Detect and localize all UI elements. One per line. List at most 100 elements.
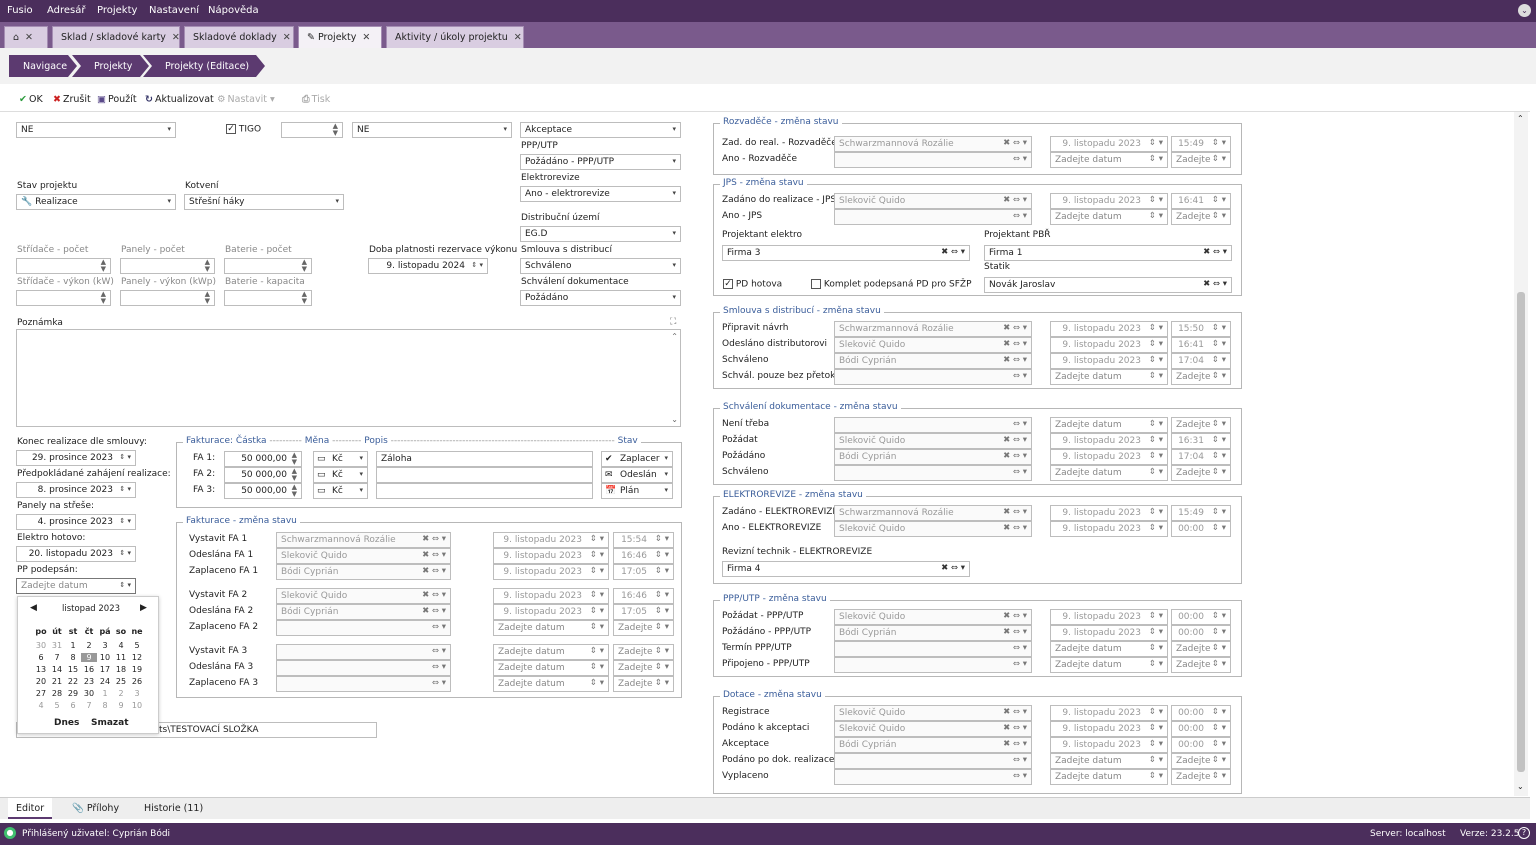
date-spinner-icon[interactable]: ⇕ ▾ bbox=[590, 590, 604, 600]
calendar-day[interactable]: 25 bbox=[113, 677, 129, 686]
date-spinner-icon[interactable]: ⇕ ▾ bbox=[590, 566, 604, 576]
time-spinner-icon[interactable]: ⇕ ▾ bbox=[655, 646, 669, 656]
person-actions-icon[interactable]: ✖ ⇔ ▾ bbox=[422, 550, 446, 560]
person-actions-icon[interactable]: ⇔ ▾ bbox=[1013, 643, 1027, 653]
calendar-clear-button[interactable]: Smazat bbox=[91, 718, 129, 728]
calendar-day[interactable]: 22 bbox=[65, 677, 81, 686]
person-actions-icon[interactable]: ⇔ ▾ bbox=[1013, 467, 1027, 477]
date-spinner-icon[interactable]: ⇕ ▾ bbox=[1149, 507, 1163, 517]
calendar-day[interactable]: 1 bbox=[65, 641, 81, 650]
cancel-button[interactable]: ✖ Zrušit bbox=[53, 94, 91, 105]
date-spinner-icon[interactable]: ⇕ ▾ bbox=[590, 678, 604, 688]
time-input[interactable]: 15:54 ⇕ ▾ bbox=[613, 532, 674, 548]
calendar-day[interactable]: 6 bbox=[65, 701, 81, 710]
time-spinner-icon[interactable]: ⇕ ▾ bbox=[655, 590, 669, 600]
date-spinner-icon[interactable]: ⇕ ▾ bbox=[1149, 643, 1163, 653]
time-spinner-icon[interactable]: ⇕ ▾ bbox=[1212, 211, 1226, 221]
tigo-checkbox[interactable]: ✓ TIGO bbox=[226, 124, 261, 135]
calendar-day[interactable]: 30 bbox=[81, 689, 97, 698]
time-input[interactable]: Zadejte ⇕ ▾ bbox=[1171, 152, 1231, 168]
time-input[interactable]: Zadejte ⇕ ▾ bbox=[613, 676, 674, 692]
calendar-day[interactable]: 26 bbox=[129, 677, 145, 686]
calendar-day[interactable]: 8 bbox=[97, 701, 113, 710]
person-actions-icon[interactable]: ⇔ ▾ bbox=[432, 646, 446, 656]
date-input[interactable]: 9. listopadu 2023 ⇕ ▾ bbox=[1050, 353, 1168, 369]
date-spinner-icon[interactable]: ⇕ ▾ bbox=[1149, 419, 1163, 429]
scroll-thumb[interactable] bbox=[1517, 292, 1525, 772]
date-input[interactable]: 9. listopadu 2023 ⇕ ▾ bbox=[1050, 337, 1168, 353]
person-select[interactable]: ⇔ ▾ bbox=[834, 641, 1032, 657]
person-actions-icon[interactable]: ⇔ ▾ bbox=[1013, 211, 1027, 221]
ppp-select[interactable]: Požádáno - PPP/UTP ▾ bbox=[520, 154, 681, 170]
calendar-day[interactable]: 15 bbox=[65, 665, 81, 674]
person-actions-icon[interactable]: ⇔ ▾ bbox=[1013, 371, 1027, 381]
date-input[interactable]: Zadejte datum ⇕ ▾ bbox=[1050, 209, 1168, 225]
refresh-button[interactable]: ↻ Aktualizovat bbox=[145, 94, 214, 105]
calendar-day[interactable]: 31 bbox=[49, 641, 65, 650]
person-select[interactable]: ⇔ ▾ bbox=[276, 644, 451, 660]
date-spinner-icon[interactable]: ⇕ ▾ bbox=[1149, 707, 1163, 717]
menu-adresar[interactable]: Adresář bbox=[47, 5, 86, 16]
calendar-day[interactable]: 7 bbox=[81, 701, 97, 710]
time-spinner-icon[interactable]: ⇕ ▾ bbox=[1212, 138, 1226, 148]
calendar-day[interactable]: 29 bbox=[65, 689, 81, 698]
person-select[interactable]: ⇔ ▾ bbox=[834, 369, 1032, 385]
date-spinner-icon[interactable]: ⇕ ▾ bbox=[1149, 195, 1163, 205]
person-actions-icon[interactable]: ✖ ⇔ ▾ bbox=[422, 566, 446, 576]
stridace-vykon-input[interactable]: ▲ ▼ bbox=[16, 290, 111, 306]
apply-button[interactable]: ▣ Použít bbox=[97, 94, 137, 105]
chevron-down-icon[interactable]: ⌄ bbox=[1518, 4, 1531, 17]
date-spinner-icon[interactable]: ⇕ ▾ bbox=[1149, 154, 1163, 164]
calendar-day[interactable]: 12 bbox=[129, 653, 145, 662]
smlouva-select[interactable]: Schváleno ▾ bbox=[520, 258, 681, 274]
calendar-day[interactable]: 24 bbox=[97, 677, 113, 686]
chevron-down-icon[interactable]: ▾ bbox=[359, 470, 363, 478]
breadcrumb-projekty-editace[interactable]: Projekty (Editace) bbox=[143, 55, 265, 77]
time-input[interactable]: 00:00 ⇕ ▾ bbox=[1171, 721, 1231, 737]
date-spinner-icon[interactable]: ⇕ ▾ bbox=[1149, 627, 1163, 637]
time-spinner-icon[interactable]: ⇕ ▾ bbox=[655, 534, 669, 544]
ok-button[interactable]: ✔ OK bbox=[19, 94, 43, 105]
date-spinner-icon[interactable]: ⇕ ▾ bbox=[1149, 371, 1163, 381]
person-actions-icon[interactable]: ✖ ⇔ ▾ bbox=[1003, 138, 1027, 148]
calendar-day[interactable]: 8 bbox=[65, 653, 81, 662]
date-spinner-icon[interactable]: ⇕ ▾ bbox=[1149, 659, 1163, 669]
invoice-description[interactable] bbox=[376, 483, 593, 499]
calendar-day[interactable]: 4 bbox=[113, 641, 129, 650]
time-input[interactable]: 00:00 ⇕ ▾ bbox=[1171, 609, 1231, 625]
date-input[interactable]: 9. listopadu 2023 ⇕ ▾ bbox=[1050, 721, 1168, 737]
person-select[interactable]: Slekovič Quido ✖ ⇔ ▾ bbox=[834, 609, 1032, 625]
person-actions-icon[interactable]: ⇔ ▾ bbox=[1013, 771, 1027, 781]
person-select[interactable]: ⇔ ▾ bbox=[834, 209, 1032, 225]
date-spinner-icon[interactable]: ⇕ ▾ bbox=[590, 662, 604, 672]
date-spinner-icon[interactable]: ⇕ ▾ bbox=[1149, 435, 1163, 445]
date-input[interactable]: 9. listopadu 2023 ⇕ ▾ bbox=[1050, 505, 1168, 521]
person-select[interactable]: Bódi Cyprián ✖ ⇔ ▾ bbox=[834, 353, 1032, 369]
tab-sklad-karty[interactable]: Sklad / skladové karty ✕ bbox=[52, 26, 180, 48]
time-spinner-icon[interactable]: ⇕ ▾ bbox=[1212, 771, 1226, 781]
chevron-down-icon[interactable]: ▾ bbox=[664, 486, 668, 494]
time-spinner-icon[interactable]: ⇕ ▾ bbox=[655, 566, 669, 576]
time-spinner-icon[interactable]: ⇕ ▾ bbox=[1212, 195, 1226, 205]
time-spinner-icon[interactable]: ⇕ ▾ bbox=[1212, 355, 1226, 365]
person-select[interactable]: ⇔ ▾ bbox=[834, 657, 1032, 673]
time-spinner-icon[interactable]: ⇕ ▾ bbox=[655, 622, 669, 632]
date-input[interactable]: 9. listopadu 2023 ⇕ ▾ bbox=[493, 548, 609, 564]
date-spinner-icon[interactable]: ⇕ ▾ bbox=[1149, 611, 1163, 621]
person-select[interactable]: ⇔ ▾ bbox=[834, 769, 1032, 785]
distrib-select[interactable]: EG.D ▾ bbox=[520, 226, 681, 242]
person-actions-icon[interactable]: ⇔ ▾ bbox=[1013, 154, 1027, 164]
prev-month-icon[interactable]: ◀ bbox=[30, 603, 37, 613]
date-spinner-icon[interactable]: ⇕ ▾ bbox=[590, 622, 604, 632]
spinner-icon[interactable]: ▲ ▼ bbox=[292, 452, 297, 466]
time-spinner-icon[interactable]: ⇕ ▾ bbox=[655, 606, 669, 616]
person-actions-icon[interactable]: ✖ ⇔ ▾ bbox=[1003, 707, 1027, 717]
time-input[interactable]: 16:46 ⇕ ▾ bbox=[613, 548, 674, 564]
date-input[interactable]: Zadejte datum ⇕ ▾ bbox=[1050, 769, 1168, 785]
person-actions-icon[interactable]: ✖ ⇔ ▾ bbox=[1003, 739, 1027, 749]
kotveni-select[interactable]: Střešní háky ▾ bbox=[184, 194, 344, 210]
person-select[interactable]: Schwarzmannová Rozálie ✖ ⇔ ▾ bbox=[276, 532, 451, 548]
person-actions-icon[interactable]: ✖ ⇔ ▾ bbox=[1003, 611, 1027, 621]
time-input[interactable]: 17:04 ⇕ ▾ bbox=[1171, 353, 1231, 369]
scroll-up-icon[interactable]: ⌃ bbox=[671, 332, 678, 341]
